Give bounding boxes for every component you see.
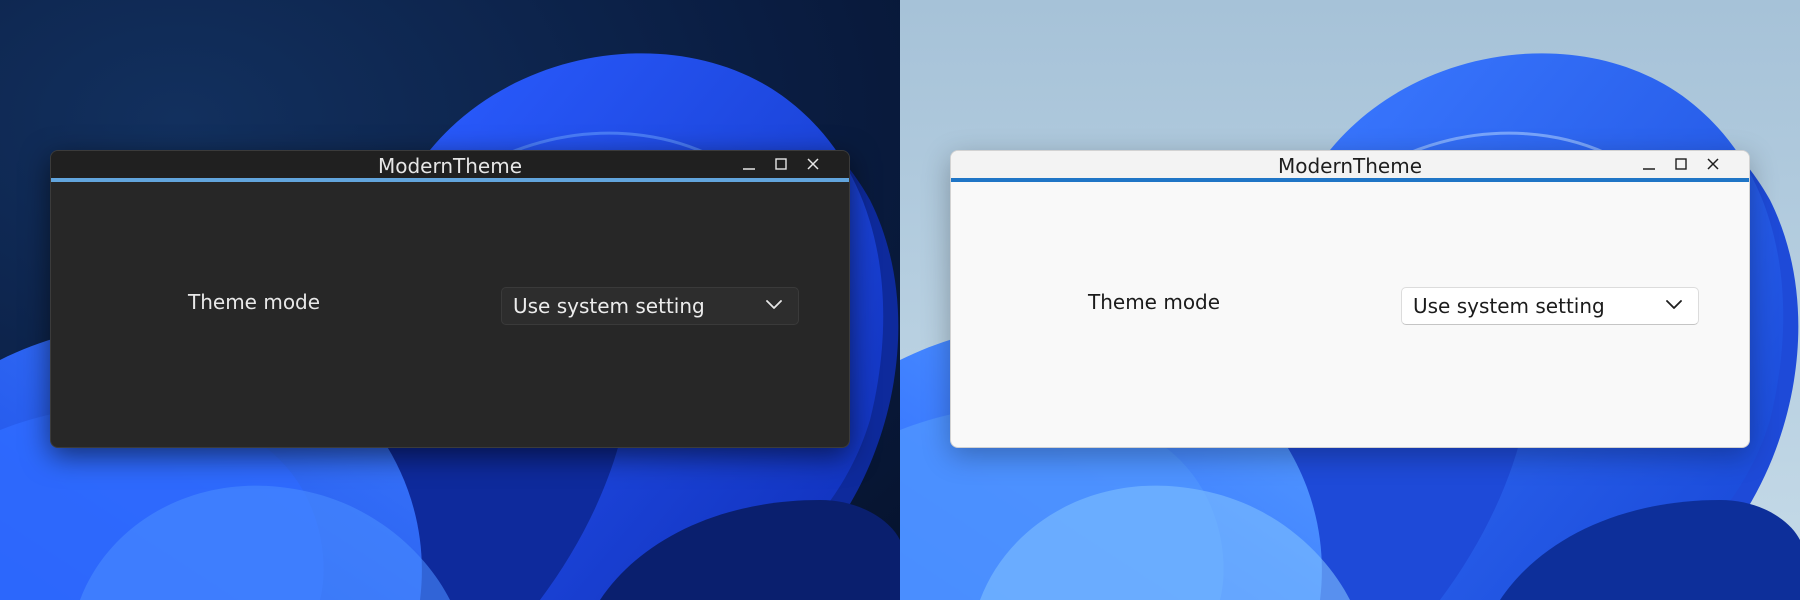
caption-buttons xyxy=(733,151,829,177)
close-icon xyxy=(1707,158,1719,170)
title-bar[interactable]: ModernTheme xyxy=(951,151,1749,182)
maximize-button[interactable] xyxy=(765,151,797,177)
dark-desktop: ModernTheme Theme mode Use system settin… xyxy=(0,0,900,600)
window-content: Theme mode Use system setting xyxy=(951,182,1749,447)
close-button[interactable] xyxy=(797,151,829,177)
close-button[interactable] xyxy=(1697,151,1729,177)
theme-mode-label: Theme mode xyxy=(188,290,321,314)
maximize-icon xyxy=(775,158,787,170)
maximize-icon xyxy=(1675,158,1687,170)
chevron-down-icon xyxy=(1666,300,1682,309)
close-icon xyxy=(807,158,819,170)
dark-window: ModernTheme Theme mode Use system settin… xyxy=(50,150,850,448)
screenshot-stage: ModernTheme Theme mode Use system settin… xyxy=(0,0,1800,600)
title-bar[interactable]: ModernTheme xyxy=(51,151,849,182)
light-desktop: ModernTheme Theme mode Use system settin… xyxy=(900,0,1800,600)
maximize-button[interactable] xyxy=(1665,151,1697,177)
theme-mode-dropdown[interactable]: Use system setting xyxy=(1401,287,1699,325)
minimize-icon xyxy=(1643,168,1655,170)
theme-mode-value: Use system setting xyxy=(513,294,705,318)
window-content: Theme mode Use system setting xyxy=(51,182,849,447)
minimize-button[interactable] xyxy=(733,151,765,177)
theme-mode-dropdown[interactable]: Use system setting xyxy=(501,287,799,325)
light-window: ModernTheme Theme mode Use system settin… xyxy=(950,150,1750,448)
caption-buttons xyxy=(1633,151,1729,177)
window-title: ModernTheme xyxy=(377,154,523,178)
window-title: ModernTheme xyxy=(1277,154,1423,178)
theme-mode-label: Theme mode xyxy=(1088,290,1221,314)
minimize-icon xyxy=(743,168,755,170)
chevron-down-icon xyxy=(766,300,782,309)
theme-mode-value: Use system setting xyxy=(1413,294,1605,318)
minimize-button[interactable] xyxy=(1633,151,1665,177)
